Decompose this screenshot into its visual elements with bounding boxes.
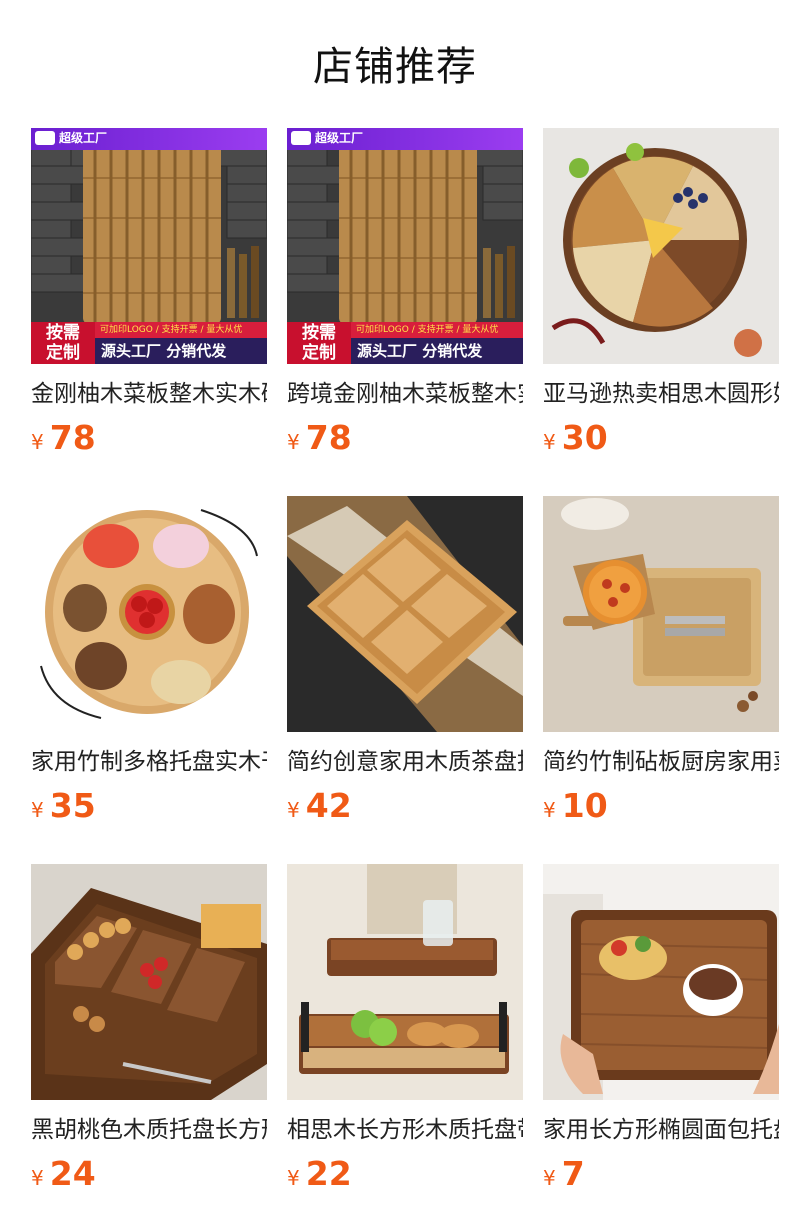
- price-value: 22: [305, 1154, 352, 1193]
- custom-badge: 按需 定制: [287, 322, 351, 364]
- product-card[interactable]: 黑胡桃色木质托盘长方形分 ¥24: [31, 864, 267, 1204]
- custom-badge: 按需 定制: [31, 322, 95, 364]
- product-price: ¥10: [543, 786, 608, 825]
- product-image[interactable]: [543, 496, 779, 732]
- price-value: 7: [561, 1154, 585, 1193]
- product-price: ¥22: [287, 1154, 352, 1193]
- service-line: 可加印LOGO / 支持开票 / 量大从优: [95, 322, 267, 338]
- product-card[interactable]: 简约创意家用木质茶盘托盘 ¥42: [287, 496, 523, 836]
- square-wooden-tray-image: [543, 864, 779, 1100]
- custom-badge-line2: 定制: [302, 343, 336, 363]
- product-image[interactable]: [287, 496, 523, 732]
- product-name[interactable]: 亚马逊热卖相思木圆形奶酪: [543, 378, 779, 410]
- bamboo-snack-tray-image: [31, 496, 267, 732]
- bamboo-four-grid-tray-image: [287, 496, 523, 732]
- product-image[interactable]: 超级工厂 按需 定制 可加印LOGO / 支持开票 / 量大从优 源头工厂 分销…: [31, 128, 267, 364]
- custom-badge-line1: 按需: [302, 323, 336, 343]
- product-image[interactable]: [31, 496, 267, 732]
- product-name[interactable]: 金刚柚木菜板整木实木砧板: [31, 378, 267, 410]
- price-value: 35: [49, 786, 96, 825]
- product-image[interactable]: [543, 128, 779, 364]
- brand-logo-icon: [291, 131, 311, 145]
- product-name[interactable]: 家用长方形椭圆面包托盘木: [543, 1114, 779, 1146]
- brand-label: 超级工厂: [59, 131, 108, 145]
- currency-symbol: ¥: [31, 1166, 44, 1190]
- product-card[interactable]: 家用竹制多格托盘实木干果 ¥35: [31, 496, 267, 836]
- currency-symbol: ¥: [31, 798, 44, 822]
- factory-banner: 超级工厂: [287, 128, 523, 150]
- product-image[interactable]: [287, 864, 523, 1100]
- product-price: ¥24: [31, 1154, 96, 1193]
- brand-logo-icon: [35, 131, 55, 145]
- product-price: ¥35: [31, 786, 96, 825]
- promo-banner: 按需 定制 可加印LOGO / 支持开票 / 量大从优 源头工厂 分销代发: [31, 322, 267, 364]
- price-value: 42: [305, 786, 352, 825]
- bamboo-cutting-board-pizza-image: [543, 496, 779, 732]
- source-line: 源头工厂 分销代发: [95, 338, 267, 364]
- product-image[interactable]: 超级工厂 按需 定制 可加印LOGO / 支持开票 / 量大从优 源头工厂 分销…: [287, 128, 523, 364]
- page-title: 店铺推荐: [313, 44, 477, 90]
- product-name[interactable]: 简约竹制砧板厨房家用菜板: [543, 746, 779, 778]
- product-price: ¥7: [543, 1154, 585, 1193]
- price-value: 10: [561, 786, 608, 825]
- product-card[interactable]: 超级工厂 按需 定制 可加印LOGO / 支持开票 / 量大从优 源头工厂 分销…: [287, 128, 523, 468]
- promo-banner: 按需 定制 可加印LOGO / 支持开票 / 量大从优 源头工厂 分销代发: [287, 322, 523, 364]
- service-line: 可加印LOGO / 支持开票 / 量大从优: [351, 322, 523, 338]
- acacia-serving-tray-image: [287, 864, 523, 1100]
- currency-symbol: ¥: [543, 798, 556, 822]
- product-card[interactable]: 家用长方形椭圆面包托盘木 ¥7: [543, 864, 779, 1204]
- price-value: 78: [49, 418, 96, 457]
- product-price: ¥30: [543, 418, 608, 457]
- product-card[interactable]: 简约竹制砧板厨房家用菜板 ¥10: [543, 496, 779, 836]
- product-name[interactable]: 黑胡桃色木质托盘长方形分: [31, 1114, 267, 1146]
- currency-symbol: ¥: [287, 1166, 300, 1190]
- walnut-divided-tray-image: [31, 864, 267, 1100]
- currency-symbol: ¥: [543, 1166, 556, 1190]
- custom-badge-line1: 按需: [46, 323, 80, 343]
- product-name[interactable]: 家用竹制多格托盘实木干果: [31, 746, 267, 778]
- product-price: ¥78: [287, 418, 352, 457]
- currency-symbol: ¥: [31, 430, 44, 454]
- custom-badge-line2: 定制: [46, 343, 80, 363]
- price-value: 78: [305, 418, 352, 457]
- currency-symbol: ¥: [287, 430, 300, 454]
- product-card[interactable]: 亚马逊热卖相思木圆形奶酪 ¥30: [543, 128, 779, 468]
- product-card[interactable]: 超级工厂 按需 定制 可加印LOGO / 支持开票 / 量大从优 源头工厂 分销…: [31, 128, 267, 468]
- price-value: 30: [561, 418, 608, 457]
- product-name[interactable]: 跨境金刚柚木菜板整木实木: [287, 378, 523, 410]
- product-price: ¥78: [31, 418, 96, 457]
- brand-label: 超级工厂: [315, 131, 364, 145]
- round-cheese-board-image: [543, 128, 779, 364]
- product-name[interactable]: 简约创意家用木质茶盘托盘: [287, 746, 523, 778]
- product-image[interactable]: [31, 864, 267, 1100]
- product-name[interactable]: 相思木长方形木质托盘带把: [287, 1114, 523, 1146]
- source-line: 源头工厂 分销代发: [351, 338, 523, 364]
- currency-symbol: ¥: [287, 798, 300, 822]
- price-value: 24: [49, 1154, 96, 1193]
- factory-banner: 超级工厂: [31, 128, 267, 150]
- currency-symbol: ¥: [543, 430, 556, 454]
- product-card[interactable]: 相思木长方形木质托盘带把 ¥22: [287, 864, 523, 1204]
- product-image[interactable]: [543, 864, 779, 1100]
- product-price: ¥42: [287, 786, 352, 825]
